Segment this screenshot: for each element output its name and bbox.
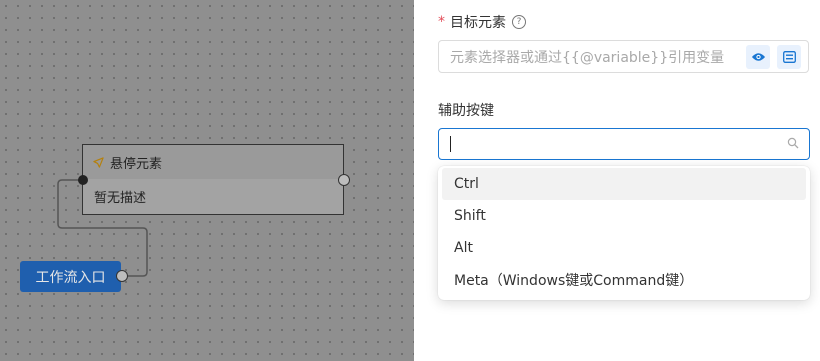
- option-shift[interactable]: Shift: [442, 200, 806, 232]
- node-input-port[interactable]: [78, 175, 88, 185]
- eye-icon[interactable]: [746, 44, 770, 69]
- variable-icon[interactable]: [777, 44, 801, 69]
- help-icon[interactable]: ?: [512, 15, 526, 29]
- node-output-port[interactable]: [338, 174, 350, 186]
- workflow-canvas[interactable]: 悬停元素 暂无描述 工作流入口: [0, 0, 414, 361]
- option-alt[interactable]: Alt: [442, 232, 806, 264]
- workflow-start-node[interactable]: 工作流入口: [20, 261, 121, 292]
- option-ctrl[interactable]: Ctrl: [442, 168, 806, 200]
- node-description: 暂无描述: [94, 191, 147, 206]
- target-element-label: * 目标元素 ?: [438, 12, 526, 32]
- modifier-key-select[interactable]: [438, 128, 810, 160]
- search-icon: [787, 137, 799, 149]
- required-mark: *: [438, 14, 445, 30]
- target-placeholder: 元素选择器或通过{{@variable}}引用变量: [450, 49, 725, 66]
- option-meta[interactable]: Meta（Windows键或Command键）: [442, 264, 806, 296]
- target-label-text: 目标元素: [450, 15, 506, 31]
- target-element-input[interactable]: 元素选择器或通过{{@variable}}引用变量: [438, 40, 809, 73]
- node-title: 悬停元素: [110, 156, 163, 172]
- node-header: 悬停元素: [83, 145, 343, 179]
- properties-panel: * 目标元素 ? 元素选择器或通过{{@variable}}引用变量 辅助按键: [414, 0, 820, 361]
- text-caret: [450, 136, 451, 152]
- modifier-key-label: 辅助按键: [438, 103, 494, 119]
- hover-element-node[interactable]: 悬停元素 暂无描述: [82, 144, 344, 215]
- start-output-port[interactable]: [116, 270, 128, 282]
- modifier-key-dropdown: Ctrl Shift Alt Meta（Windows键或Command键）: [438, 166, 810, 300]
- pointer-icon: [93, 156, 104, 168]
